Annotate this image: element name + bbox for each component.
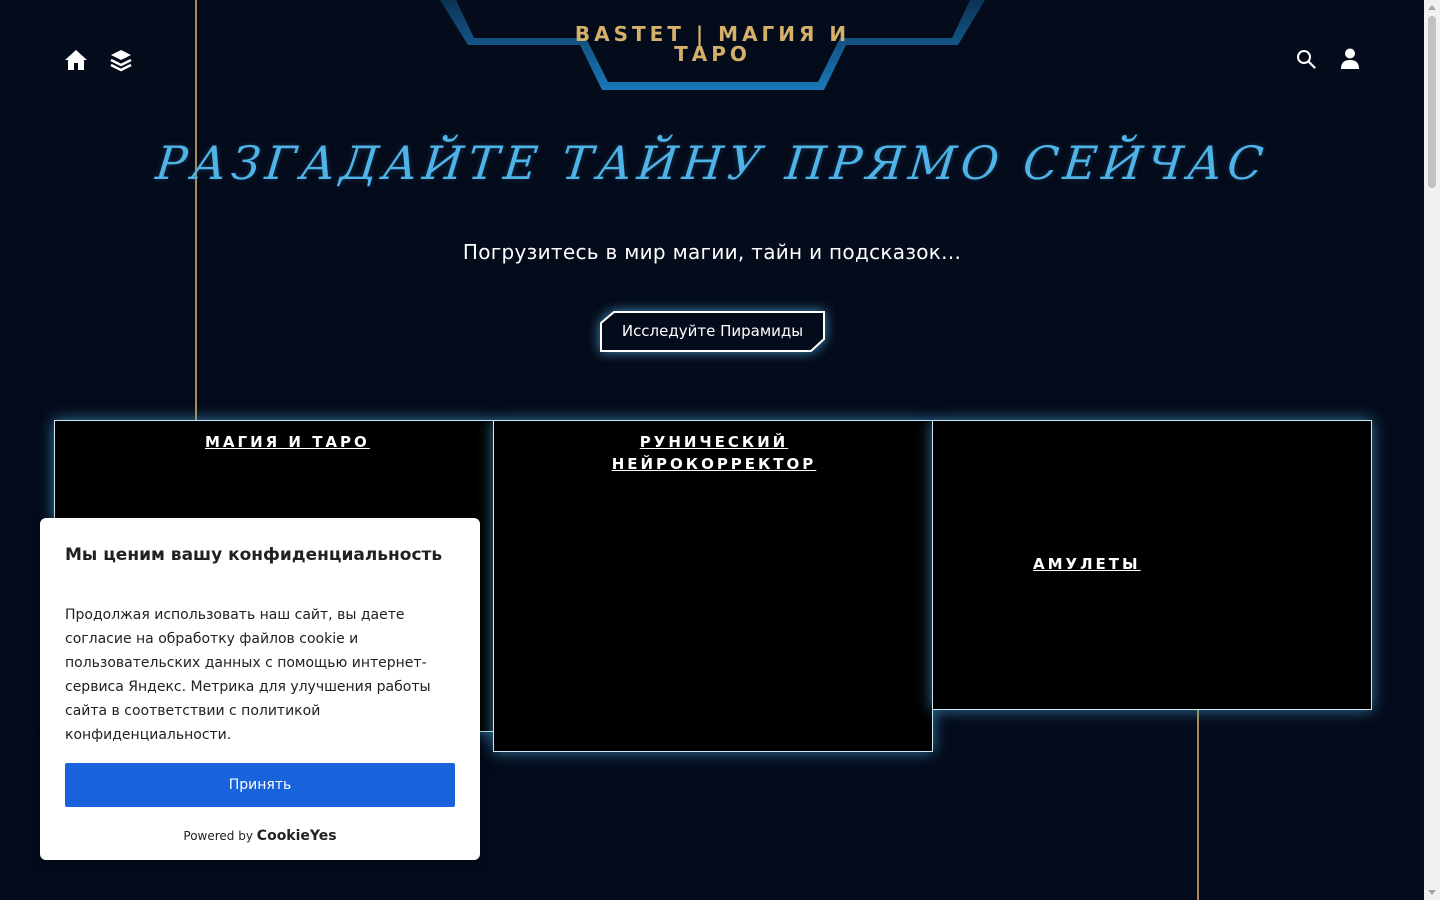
home-icon[interactable] xyxy=(64,48,88,72)
cookieyes-logo[interactable]: CookieYes xyxy=(257,828,337,844)
top-nav-left xyxy=(64,48,133,72)
scrollbar-thumb[interactable] xyxy=(1428,16,1436,188)
top-nav-right xyxy=(1294,47,1362,71)
card-amulets[interactable]: АМУЛЕТЫ xyxy=(932,420,1372,710)
card-title-magic-tarot[interactable]: МАГИЯ И ТАРО xyxy=(205,431,370,453)
brand-title[interactable]: BASTET | МАГИЯ И ТАРО xyxy=(560,24,865,64)
scroll-up-arrow-icon[interactable] xyxy=(1428,5,1436,10)
explore-pyramids-button[interactable]: Исследуйте Пирамиды xyxy=(600,311,825,352)
decorative-line-left xyxy=(195,0,197,420)
hero-title: РАЗГАДАЙТЕ ТАЙНУ ПРЯМО СЕЙЧАС xyxy=(153,136,1271,190)
accept-cookies-button[interactable]: Принять xyxy=(65,763,455,807)
scroll-down-arrow-icon[interactable] xyxy=(1428,890,1436,895)
hero-subtitle: Погрузитесь в мир магии, тайн и подсказо… xyxy=(462,240,962,264)
page-scrollbar[interactable] xyxy=(1424,0,1440,900)
search-icon[interactable] xyxy=(1294,47,1318,71)
powered-by-label: Powered by xyxy=(183,829,253,843)
decorative-line-right xyxy=(1197,708,1199,900)
card-title-amulets[interactable]: АМУЛЕТЫ xyxy=(1033,553,1141,575)
powered-by: Powered by CookieYes xyxy=(40,828,480,844)
cookie-consent-banner: Мы ценим вашу конфиденциальность Продолж… xyxy=(40,518,480,860)
brand-banner[interactable]: BASTET | МАГИЯ И ТАРО xyxy=(440,0,985,92)
card-title-runic-corrector[interactable]: РУНИЧЕСКИЙ НЕЙРОКОРРЕКТОР xyxy=(604,431,824,475)
layers-icon[interactable] xyxy=(109,48,133,72)
cookie-text: Продолжая использовать наш сайт, вы дает… xyxy=(65,607,431,743)
user-icon[interactable] xyxy=(1338,47,1362,71)
explore-pyramids-label: Исследуйте Пирамиды xyxy=(621,322,804,340)
cookie-title: Мы ценим вашу конфиденциальность xyxy=(65,545,443,565)
card-runic-corrector[interactable]: РУНИЧЕСКИЙ НЕЙРОКОРРЕКТОР xyxy=(493,420,933,752)
